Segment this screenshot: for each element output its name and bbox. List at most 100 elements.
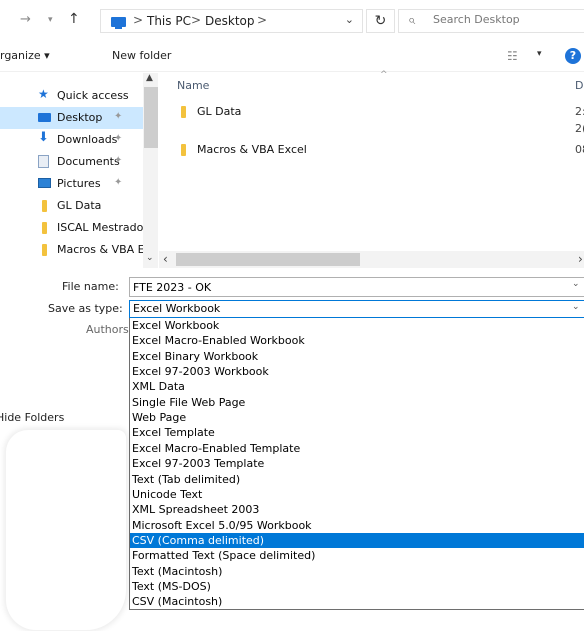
save-type-option[interactable]: Text (Tab delimited) [130,472,584,487]
navigation-pane: ★ Quick access Desktop ✦ ⬇ Downloads ✦ D… [0,73,158,268]
save-as-type-options-list: Excel Workbook Excel Macro-Enabled Workbo… [129,318,584,610]
authors-label: Authors: [86,323,133,336]
horizontal-scroll-thumb[interactable] [176,253,360,266]
save-as-type-value: Excel Workbook [133,302,221,315]
folder-icon [42,222,47,234]
forward-arrow-icon[interactable]: → [20,12,31,27]
file-row-gl-data[interactable]: GL Data 2: 2( [159,102,584,135]
save-type-option[interactable]: Microsoft Excel 5.0/95 Workbook [130,518,584,533]
nav-item-macros-vba[interactable]: Macros & VBA E: [0,239,148,261]
save-type-option[interactable]: CSV (Comma delimited) [130,532,584,549]
file-name-dropdown-icon[interactable]: ⌄ [572,279,580,289]
file-row-macros-vba-excel[interactable]: Macros & VBA Excel 08 [159,140,584,160]
save-type-option[interactable]: Single File Web Page [130,395,584,410]
address-dropdown-icon[interactable]: ⌄ [345,13,354,26]
nav-item-downloads[interactable]: ⬇ Downloads ✦ [0,129,143,151]
desktop-icon [38,113,51,122]
recent-locations-dropdown-icon[interactable]: ▾ [48,15,53,25]
nav-item-label: Downloads [57,133,118,146]
address-box[interactable]: > This PC > Desktop > ⌄ [100,9,363,33]
column-header-name[interactable]: Name [177,79,209,92]
file-name: GL Data [197,105,242,118]
save-type-option[interactable]: Text (Macintosh) [130,564,584,579]
nav-item-label: Quick access [57,89,129,102]
nav-item-iscal-mestrado[interactable]: ISCAL Mestrado [0,217,143,239]
folder-icon [181,106,186,118]
nav-item-desktop[interactable]: Desktop ✦ [0,107,143,129]
help-icon[interactable]: ? [565,48,581,64]
nav-item-label: ISCAL Mestrado [57,221,144,234]
save-type-option[interactable]: Unicode Text [130,487,584,502]
folder-icon [42,200,47,212]
download-icon: ⬇ [38,130,49,145]
nav-item-label: Desktop [57,111,103,124]
save-type-option[interactable]: CSV (Macintosh) [130,594,584,609]
file-date: 2: [575,105,584,118]
hide-folders-button[interactable]: Hide Folders [0,411,64,424]
nav-item-label: Macros & VBA E: [57,243,149,256]
save-as-type-dropdown-icon[interactable]: ⌄ [572,302,580,312]
save-type-option[interactable]: Text (MS-DOS) [130,579,584,594]
pin-icon: ✦ [114,177,123,188]
toolbar: rganize ▾ New folder ☷ ▾ ? [0,40,584,72]
document-icon [38,155,49,168]
pin-icon: ✦ [114,111,123,122]
this-pc-icon [111,17,126,29]
up-arrow-icon[interactable]: ↑ [68,11,80,27]
nav-pane-scrollbar[interactable]: ▲ ⌄ [143,73,158,268]
pin-icon: ✦ [114,155,123,166]
file-list-horizontal-scrollbar[interactable]: ‹ › [159,251,584,268]
search-box[interactable]: ⌕ [398,9,584,33]
file-name: Macros & VBA Excel [197,143,307,156]
scroll-left-arrow-icon[interactable]: ‹ [163,252,168,266]
breadcrumb-desktop[interactable]: Desktop [205,14,255,28]
search-icon: ⌕ [408,13,416,28]
save-type-option[interactable]: Formatted Text (Space delimited) [130,548,584,563]
nav-item-gl-data[interactable]: GL Data [0,195,143,217]
breadcrumb-this-pc[interactable]: This PC [147,14,191,28]
file-date-line2: 2( [575,122,584,135]
scroll-up-arrow-icon[interactable]: ▲ [146,73,153,83]
save-type-option[interactable]: Excel Macro-Enabled Workbook [130,333,584,348]
decorative-overlay [6,430,126,630]
file-date: 08 [575,143,584,156]
pictures-icon [38,178,51,188]
breadcrumb-separator: > [133,13,144,27]
nav-pane-scroll-thumb[interactable] [144,87,158,148]
nav-item-quick-access[interactable]: ★ Quick access [0,85,143,107]
nav-item-pictures[interactable]: Pictures ✦ [0,173,143,195]
save-type-option[interactable]: Web Page [130,410,584,425]
star-icon: ★ [38,87,49,101]
folder-icon [42,244,47,256]
save-type-option[interactable]: Excel 97-2003 Template [130,456,584,471]
address-bar-area: → ▾ ↑ > This PC > Desktop > ⌄ ↻ ⌕ [0,0,584,40]
folder-icon [181,144,186,156]
scroll-down-arrow-icon[interactable]: ⌄ [146,253,154,263]
breadcrumb-separator: > [191,13,202,27]
save-as-type-select[interactable]: Excel Workbook [129,300,584,318]
breadcrumb-separator: > [257,13,268,27]
save-as-type-label: Save as type: [48,302,123,315]
view-options-icon[interactable]: ☷ [507,49,518,63]
file-name-label: File name: [62,280,119,293]
scroll-right-arrow-icon[interactable]: › [578,252,583,266]
nav-item-label: Documents [57,155,120,168]
nav-item-label: GL Data [57,199,102,212]
save-type-option[interactable]: XML Spreadsheet 2003 [130,502,584,517]
file-list: Name ^ D GL Data 2: 2( Macros & VBA Exce… [159,70,584,251]
save-type-option[interactable]: XML Data [130,379,584,394]
save-type-option[interactable]: Excel Binary Workbook [130,349,584,364]
save-type-option[interactable]: Excel Workbook [130,318,584,333]
column-header-date[interactable]: D [575,79,583,92]
new-folder-button[interactable]: New folder [112,49,171,62]
refresh-button[interactable]: ↻ [366,9,395,33]
file-name-input[interactable] [129,277,584,297]
search-input[interactable] [433,13,573,26]
save-type-option[interactable]: Excel Macro-Enabled Template [130,441,584,456]
organize-button[interactable]: rganize ▾ [0,49,50,62]
sort-indicator-icon: ^ [380,70,388,80]
view-dropdown-icon[interactable]: ▾ [537,49,542,59]
nav-item-documents[interactable]: Documents ✦ [0,151,143,173]
save-type-option[interactable]: Excel 97-2003 Workbook [130,364,584,379]
save-type-option[interactable]: Excel Template [130,425,584,440]
